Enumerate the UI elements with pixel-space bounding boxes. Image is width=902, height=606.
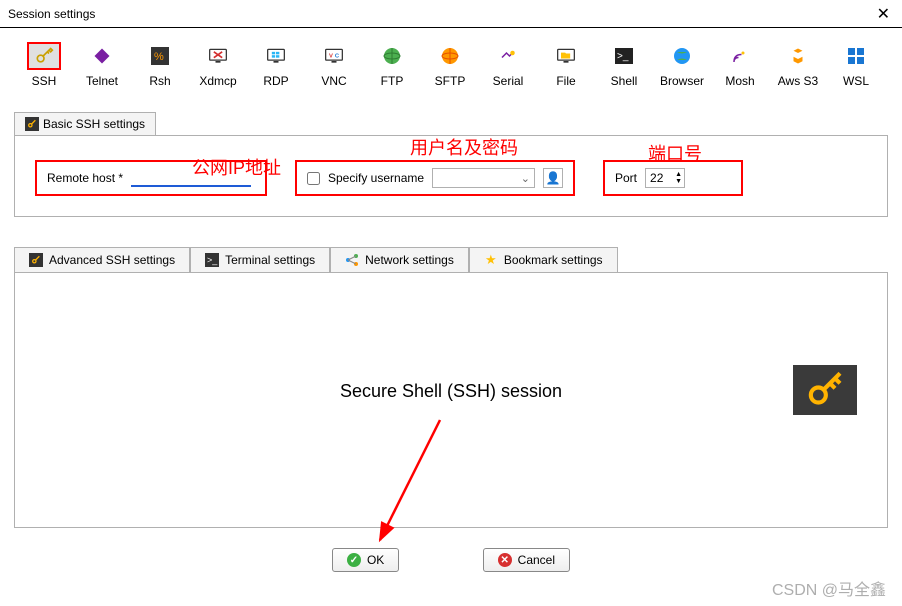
protocol-label: File	[556, 74, 575, 88]
protocol-serial[interactable]: Serial	[482, 40, 534, 90]
globe-blue-icon	[665, 42, 699, 70]
protocol-ftp[interactable]: FTP	[366, 40, 418, 90]
monitor-vnc-icon: VC	[317, 42, 351, 70]
protocol-label: Xdmcp	[199, 74, 236, 88]
protocol-label: Telnet	[86, 74, 118, 88]
title-bar: Session settings ✕	[0, 0, 902, 28]
watermark: CSDN @马全鑫	[772, 576, 886, 600]
session-type-title: Secure Shell (SSH) session	[340, 381, 562, 402]
diamond-icon	[85, 42, 119, 70]
cancel-label: Cancel	[518, 553, 555, 567]
cancel-button[interactable]: ✕ Cancel	[483, 548, 570, 572]
port-label: Port	[615, 171, 637, 185]
windows-icon	[839, 42, 873, 70]
protocol-telnet[interactable]: Telnet	[76, 40, 128, 90]
tab-network[interactable]: Network settings	[330, 247, 469, 272]
protocol-vnc[interactable]: VC VNC	[308, 40, 360, 90]
ok-label: OK	[367, 553, 384, 567]
protocol-label: SSH	[32, 74, 57, 88]
content-panel: Secure Shell (SSH) session	[14, 272, 888, 528]
close-icon[interactable]: ✕	[873, 4, 894, 24]
tab-terminal[interactable]: >_ Terminal settings	[190, 247, 330, 272]
monitor-win-icon	[259, 42, 293, 70]
tab-basic-ssh[interactable]: Basic SSH settings	[14, 112, 156, 135]
protocol-label: Browser	[660, 74, 704, 88]
protocol-label: FTP	[381, 74, 404, 88]
specify-username-label: Specify username	[328, 171, 424, 185]
protocol-wsl[interactable]: WSL	[830, 40, 882, 90]
dialog-buttons: ✓ OK ✕ Cancel	[0, 548, 902, 572]
protocol-file[interactable]: File	[540, 40, 592, 90]
check-icon: ✓	[347, 553, 361, 567]
annotation-port: 端口号	[648, 140, 702, 166]
protocol-label: Shell	[611, 74, 638, 88]
globe-orange-icon	[433, 42, 467, 70]
user-picker-icon[interactable]: 👤	[543, 168, 563, 188]
port-spinner[interactable]: ▲▼	[645, 168, 685, 188]
tab-label: Basic SSH settings	[43, 117, 145, 131]
remote-host-label: Remote host *	[47, 171, 123, 185]
tab-label: Network settings	[365, 253, 454, 267]
protocol-label: SFTP	[435, 74, 466, 88]
svg-text:C: C	[335, 54, 340, 60]
protocol-rdp[interactable]: RDP	[250, 40, 302, 90]
terminal-icon: >_	[607, 42, 641, 70]
network-icon	[345, 253, 359, 267]
tab-label: Bookmark settings	[504, 253, 603, 267]
svg-text:>_: >_	[617, 51, 629, 62]
svg-text:V: V	[329, 54, 333, 60]
annotation-user: 用户名及密码	[410, 134, 518, 160]
ok-button[interactable]: ✓ OK	[332, 548, 399, 572]
cubes-icon	[781, 42, 815, 70]
protocol-mosh[interactable]: Mosh	[714, 40, 766, 90]
globe-green-icon	[375, 42, 409, 70]
protocol-sftp[interactable]: SFTP	[424, 40, 476, 90]
key-mini-icon	[29, 253, 43, 267]
key-mini-icon	[25, 117, 39, 131]
link-icon: %	[143, 42, 177, 70]
satellite-icon	[723, 42, 757, 70]
monitor-x-icon	[201, 42, 235, 70]
star-icon: ★	[484, 253, 498, 267]
spinner-arrows-icon[interactable]: ▲▼	[675, 171, 684, 185]
protocol-label: Mosh	[725, 74, 754, 88]
protocol-label: RDP	[263, 74, 288, 88]
serial-icon	[491, 42, 525, 70]
terminal-mini-icon: >_	[205, 253, 219, 267]
protocol-browser[interactable]: Browser	[656, 40, 708, 90]
tab-label: Terminal settings	[225, 253, 315, 267]
key-icon	[27, 42, 61, 70]
protocol-toolbar: SSH Telnet % Rsh Xdmcp RDP VC VNC FTP SF…	[0, 28, 902, 94]
protocol-label: Aws S3	[778, 74, 818, 88]
monitor-folder-icon	[549, 42, 583, 70]
protocol-rsh[interactable]: % Rsh	[134, 40, 186, 90]
svg-text:%: %	[154, 51, 164, 63]
tab-label: Advanced SSH settings	[49, 253, 175, 267]
tab-advanced-ssh[interactable]: Advanced SSH settings	[14, 247, 190, 272]
protocol-shell[interactable]: >_ Shell	[598, 40, 650, 90]
protocol-label: VNC	[321, 74, 346, 88]
key-badge-icon	[793, 365, 857, 415]
username-group: Specify username 👤	[295, 160, 575, 196]
username-combo[interactable]	[432, 168, 535, 188]
protocol-label: WSL	[843, 74, 869, 88]
window-title: Session settings	[8, 7, 873, 21]
x-icon: ✕	[498, 553, 512, 567]
protocol-label: Serial	[493, 74, 524, 88]
annotation-ip: 公网IP地址	[192, 154, 281, 180]
specify-username-checkbox[interactable]	[307, 172, 320, 185]
protocol-label: Rsh	[149, 74, 170, 88]
tab-bookmark[interactable]: ★ Bookmark settings	[469, 247, 618, 272]
port-input[interactable]	[646, 171, 670, 185]
protocol-xdmcp[interactable]: Xdmcp	[192, 40, 244, 90]
protocol-awss3[interactable]: Aws S3	[772, 40, 824, 90]
protocol-ssh[interactable]: SSH	[18, 40, 70, 90]
settings-tabs: Advanced SSH settings >_ Terminal settin…	[14, 247, 888, 272]
